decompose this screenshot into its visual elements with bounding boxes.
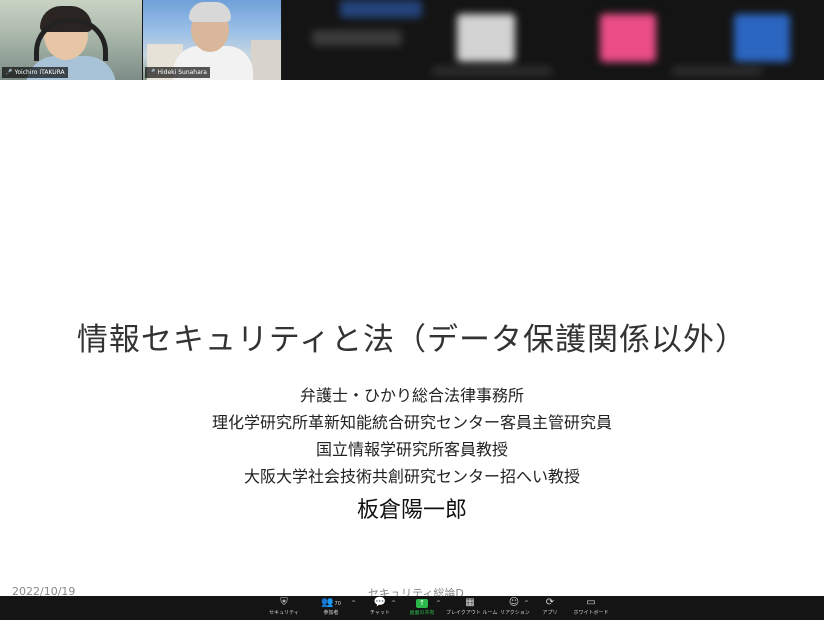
affiliation-line: 国立情報学研究所客員教授 [315,440,508,459]
participant-video-tile[interactable]: 🎤 Hideki Sunahara [143,0,281,80]
breakout-rooms-button[interactable]: ▦ ブレイクアウト ルーム [446,597,497,619]
security-button[interactable]: ⛨ セキュリティ [266,597,302,619]
slide-affiliations: 弁護士・ひかり総合法律事務所 理化学研究所革新知能統合研究センター客員主管研究員… [0,382,824,524]
participant-name-tag: 🎤 Hideki Sunahara [145,67,210,78]
participant-count: 70 [334,601,341,607]
participant-name-tag: 🎤 Yoichiro ITAKURA [2,67,68,78]
slide-author: 板倉陽一郎 [356,498,467,523]
affiliation-line: 理化学研究所革新知能統合研究センター客員主管研究員 [211,413,612,432]
muted-mic-icon: 🎤 [148,69,156,76]
share-screen-button[interactable]: ↑ 画面の共有 [404,597,440,619]
meeting-toolbar: ⛨ セキュリティ 👥70 参加者 ^ 💬 チャット ^ ↑ 画面の共有 ^ ▦ … [0,596,824,620]
affiliation-line: 弁護士・ひかり総合法律事務所 [299,386,524,405]
apps-icon: ⟳ [545,597,555,608]
apps-button[interactable]: ⟳ アプリ [538,597,562,619]
whiteboard-button[interactable]: ▭ ホワイトボード [572,597,610,619]
whiteboard-icon: ▭ [586,597,596,608]
chevron-up-icon[interactable]: ^ [351,600,356,607]
chevron-up-icon[interactable]: ^ [524,600,529,607]
chat-icon: 💬 [373,597,387,608]
participants-button[interactable]: 👥70 参加者 [314,597,348,619]
breakout-icon: ▦ [465,597,475,608]
shared-slide: 情報セキュリティと法（データ保護関係以外） 弁護士・ひかり総合法律事務所 理化学… [0,80,824,600]
participant-video-tile[interactable]: 🎤 Yoichiro ITAKURA [0,0,142,80]
chevron-up-icon[interactable]: ^ [436,600,441,607]
people-icon: 👥70 [321,597,341,608]
participant-name: Hideki Sunahara [157,69,207,76]
share-screen-icon: ↑ [416,599,428,608]
participant-name: Yoichiro ITAKURA [14,69,65,76]
chevron-up-icon[interactable]: ^ [391,600,396,607]
muted-mic-icon: 🎤 [5,69,13,76]
blurred-region [282,0,824,80]
affiliation-line: 大阪大学社会技術共創研究センター招へい教授 [243,467,580,486]
shield-icon: ⛨ [280,597,288,608]
chat-button[interactable]: 💬 チャット [366,597,394,619]
slide-title: 情報セキュリティと法（データ保護関係以外） [76,322,748,358]
video-strip: 🎤 Yoichiro ITAKURA 🎤 Hideki Sunahara [0,0,824,80]
